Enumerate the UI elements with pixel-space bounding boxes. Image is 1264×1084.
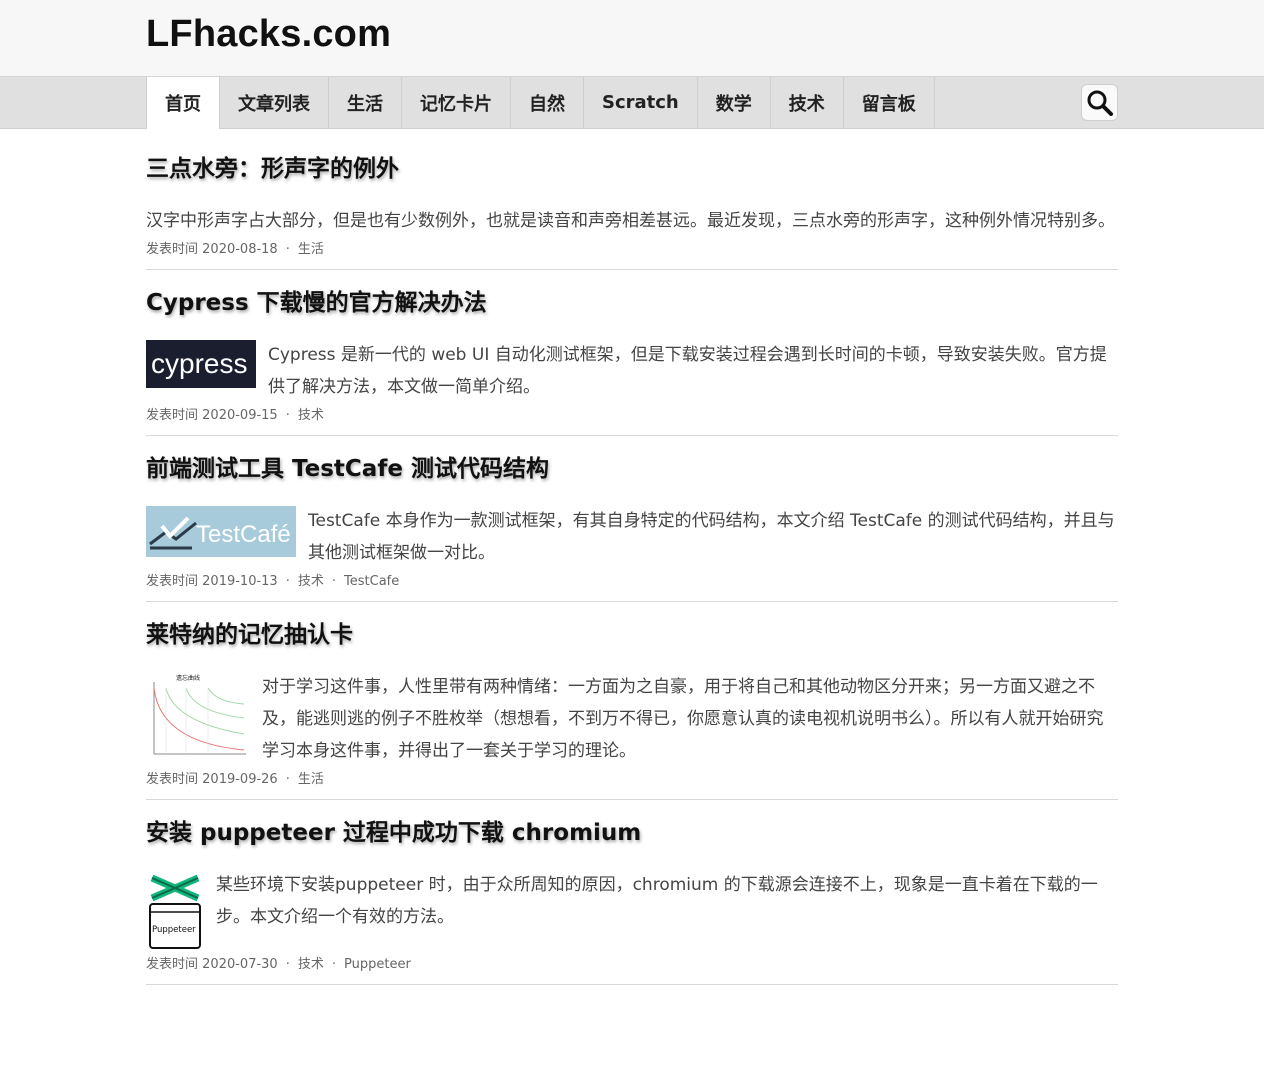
post-item: 前端测试工具 TestCafe 测试代码结构 TestCafé TestCafe… <box>146 453 1118 602</box>
post-tag[interactable]: 技术 <box>298 957 324 972</box>
post-excerpt: Cypress 是新一代的 web UI 自动化测试框架，但是下载安装过程会遇到… <box>268 345 1107 397</box>
post-body: TestCafé TestCafe 本身作为一款测试框架，有其自身特定的代码结构… <box>146 505 1118 569</box>
nav-item-nature[interactable]: 自然 <box>511 77 584 128</box>
post-body: 汉字中形声字占大部分，但是也有少数例外，也就是读音和声旁相差甚远。最近发现，三点… <box>146 205 1118 237</box>
post-tag[interactable]: 生活 <box>298 242 324 257</box>
post-date: 2020-08-18 <box>202 242 278 257</box>
post-date: 2019-09-26 <box>202 772 278 787</box>
post-meta: 发表时间 2020-08-18 · 生活 <box>146 242 324 257</box>
date-label: 发表时间 <box>146 408 199 423</box>
post-item: 安装 puppeteer 过程中成功下载 chromium Puppeteer … <box>146 817 1118 985</box>
puppeteer-logo-thumbnail[interactable]: Puppeteer <box>146 870 204 952</box>
post-excerpt: 汉字中形声字占大部分，但是也有少数例外，也就是读音和声旁相差甚远。最近发现，三点… <box>146 211 1115 231</box>
post-tag[interactable]: TestCafe <box>344 574 399 589</box>
search-icon <box>1087 90 1113 116</box>
forgetting-curve-chart-thumbnail[interactable]: 遗忘曲线 <box>146 672 250 764</box>
search-button[interactable] <box>1081 84 1118 121</box>
nav-bar: 首页 文章列表 生活 记忆卡片 自然 Scratch 数学 技术 留言板 <box>0 77 1264 129</box>
date-label: 发表时间 <box>146 574 199 589</box>
post-item: Cypress 下载慢的官方解决办法 cypress Cypress 是新一代的… <box>146 287 1118 436</box>
date-label: 发表时间 <box>146 242 199 257</box>
nav-item-math[interactable]: 数学 <box>698 77 771 128</box>
date-label: 发表时间 <box>146 957 199 972</box>
post-date: 2020-07-30 <box>202 957 278 972</box>
main-nav: 首页 文章列表 生活 记忆卡片 自然 Scratch 数学 技术 留言板 <box>146 77 1118 129</box>
post-title[interactable]: 前端测试工具 TestCafe 测试代码结构 <box>146 453 1118 485</box>
cypress-logo-thumbnail[interactable]: cypress <box>146 340 256 388</box>
post-body: 遗忘曲线 对于学习这件事，人性里带有两种情绪：一方面为之自豪，用于将自己和其他动… <box>146 671 1118 767</box>
post-excerpt: TestCafe 本身作为一款测试框架，有其自身特定的代码结构，本文介绍 Tes… <box>308 511 1115 563</box>
post-tag[interactable]: 技术 <box>298 408 324 423</box>
post-tag[interactable]: 生活 <box>298 772 324 787</box>
post-tag[interactable]: 技术 <box>298 574 324 589</box>
testcafe-logo-thumbnail[interactable]: TestCafé <box>146 506 296 557</box>
post-item: 莱特纳的记忆抽认卡 遗忘曲线 对于学习这件事，人性里带有两种情绪：一方面为之自豪… <box>146 619 1118 800</box>
site-title[interactable]: LFhacks.com <box>146 13 391 56</box>
post-title[interactable]: 三点水旁：形声字的例外 <box>146 153 1118 185</box>
post-body: cypress Cypress 是新一代的 web UI 自动化测试框架，但是下… <box>146 339 1118 403</box>
post-meta: 发表时间 2020-07-30 · 技术 · Puppeteer <box>146 957 411 972</box>
post-title[interactable]: Cypress 下载慢的官方解决办法 <box>146 287 1118 319</box>
nav-item-flashcards[interactable]: 记忆卡片 <box>402 77 511 128</box>
post-tag[interactable]: Puppeteer <box>344 957 411 972</box>
post-title[interactable]: 安装 puppeteer 过程中成功下载 chromium <box>146 817 1118 849</box>
post-date: 2020-09-15 <box>202 408 278 423</box>
post-list: 三点水旁：形声字的例外 汉字中形声字占大部分，但是也有少数例外，也就是读音和声旁… <box>146 129 1118 985</box>
nav-item-article-list[interactable]: 文章列表 <box>220 77 329 128</box>
post-body: Puppeteer 某些环境下安装puppeteer 时，由于众所周知的原因，c… <box>146 869 1118 952</box>
nav-item-life[interactable]: 生活 <box>329 77 402 128</box>
testcafe-logo-text: TestCafé <box>196 521 291 548</box>
nav-item-tech[interactable]: 技术 <box>771 77 844 128</box>
post-meta: 发表时间 2020-09-15 · 技术 <box>146 408 324 423</box>
nav-item-guestbook[interactable]: 留言板 <box>844 77 935 128</box>
date-label: 发表时间 <box>146 772 199 787</box>
post-title[interactable]: 莱特纳的记忆抽认卡 <box>146 619 1118 651</box>
puppeteer-logo-text: Puppeteer <box>152 925 196 935</box>
post-excerpt: 对于学习这件事，人性里带有两种情绪：一方面为之自豪，用于将自己和其他动物区分开来… <box>262 677 1104 761</box>
post-meta: 发表时间 2019-09-26 · 生活 <box>146 772 324 787</box>
post-meta: 发表时间 2019-10-13 · 技术 · TestCafe <box>146 574 400 589</box>
post-item: 三点水旁：形声字的例外 汉字中形声字占大部分，但是也有少数例外，也就是读音和声旁… <box>146 153 1118 270</box>
chart-thumb-title: 遗忘曲线 <box>176 674 200 682</box>
site-header: LFhacks.com <box>0 0 1264 77</box>
nav-item-home[interactable]: 首页 <box>147 77 220 129</box>
post-excerpt: 某些环境下安装puppeteer 时，由于众所周知的原因，chromium 的下… <box>216 875 1098 927</box>
nav-item-scratch[interactable]: Scratch <box>584 77 698 128</box>
post-date: 2019-10-13 <box>202 574 278 589</box>
cypress-logo-text: cypress <box>151 348 247 379</box>
